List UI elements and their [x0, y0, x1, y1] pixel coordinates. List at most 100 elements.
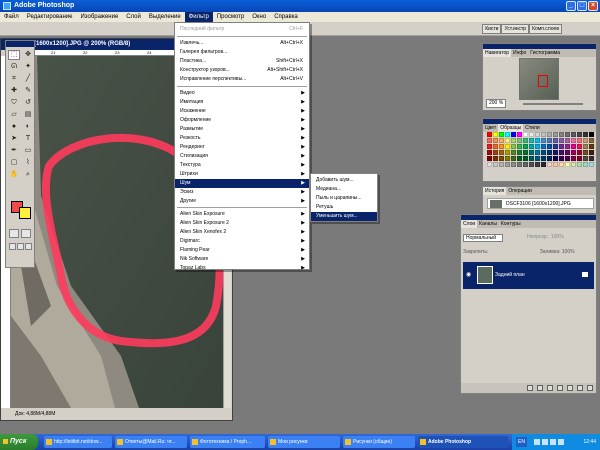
color-swatch[interactable] [487, 132, 492, 137]
color-swatch[interactable] [547, 156, 552, 161]
color-swatch[interactable] [511, 162, 516, 167]
blend-mode-select[interactable]: Нормальный [463, 234, 503, 242]
menu-item-despeckle[interactable]: Ретушь [311, 203, 377, 212]
taskbar-item-my-pictures[interactable]: Мои рисунки [268, 436, 340, 448]
menu-item-alien-skin-exposure-2[interactable]: Alien Skin Exposure 2 ▶ [175, 219, 309, 228]
color-swatch[interactable] [559, 162, 564, 167]
color-swatch[interactable] [541, 162, 546, 167]
color-swatch[interactable] [493, 144, 498, 149]
color-swatch[interactable] [535, 132, 540, 137]
menu-item-topaz-labs[interactable]: Topaz Labs ▶ [175, 264, 309, 273]
color-swatch[interactable] [577, 156, 582, 161]
tab-actions[interactable]: Операции [506, 187, 533, 195]
layer-style-icon[interactable] [537, 385, 543, 391]
color-swatch[interactable] [559, 150, 564, 155]
adjustment-layer-icon[interactable] [557, 385, 563, 391]
menu-item-distort[interactable]: Искажение ▶ [175, 107, 309, 116]
color-swatch[interactable] [493, 162, 498, 167]
tray-volume-icon[interactable] [542, 439, 548, 445]
color-swatch[interactable] [517, 132, 522, 137]
language-indicator[interactable]: EN [516, 437, 527, 447]
color-swatch[interactable] [577, 162, 582, 167]
menu-item-artistic[interactable]: Имитация ▶ [175, 98, 309, 107]
menu-item-blur[interactable]: Размытие ▶ [175, 125, 309, 134]
color-swatch[interactable] [565, 162, 570, 167]
move-tool-icon[interactable]: ✥ [22, 50, 34, 60]
pen-tool-icon[interactable]: ✒ [8, 146, 20, 156]
color-swatch[interactable] [565, 144, 570, 149]
color-swatch[interactable] [541, 150, 546, 155]
color-swatch[interactable] [517, 162, 522, 167]
color-swatch[interactable] [523, 156, 528, 161]
color-swatch[interactable] [577, 138, 582, 143]
color-swatch[interactable] [493, 150, 498, 155]
color-swatch[interactable] [517, 144, 522, 149]
color-swatch[interactable] [577, 144, 582, 149]
standard-mode-icon[interactable] [9, 229, 19, 238]
color-swatch[interactable] [529, 138, 534, 143]
fill-field[interactable]: 100% [562, 249, 575, 255]
color-swatch[interactable] [529, 132, 534, 137]
color-swatch[interactable] [505, 156, 510, 161]
color-swatch[interactable] [487, 138, 492, 143]
color-swatch[interactable] [529, 162, 534, 167]
taskbar-item-shared-pictures[interactable]: Рисунки (общие) [343, 436, 415, 448]
color-swatch[interactable] [541, 132, 546, 137]
menu-edit[interactable]: Редактирование [23, 12, 77, 22]
color-swatch[interactable] [553, 156, 558, 161]
color-swatch[interactable] [571, 150, 576, 155]
color-swatch[interactable] [583, 156, 588, 161]
type-tool-icon[interactable]: T [22, 134, 34, 144]
color-swatch[interactable] [517, 150, 522, 155]
menu-window[interactable]: Окно [248, 12, 270, 22]
tab-color[interactable]: Цвет [483, 124, 498, 132]
menu-item-liquify[interactable]: Пластика... Shift+Ctrl+X [175, 57, 309, 66]
color-swatch[interactable] [547, 132, 552, 137]
color-swatch[interactable] [559, 138, 564, 143]
color-swatch[interactable] [547, 150, 552, 155]
color-swatch[interactable] [559, 144, 564, 149]
gradient-tool-icon[interactable]: ▤ [22, 110, 34, 120]
menu-item-noise[interactable]: Шум ▶ [175, 179, 309, 188]
palette-well-tab-layer-comps[interactable]: Комп.слоев [529, 24, 562, 34]
menu-item-video[interactable]: Видео ▶ [175, 89, 309, 98]
path-select-tool-icon[interactable]: ➤ [8, 134, 20, 144]
layer-mask-icon[interactable] [547, 385, 553, 391]
menu-item-alien-skin-exposure[interactable]: Alien Skin Exposure ▶ [175, 210, 309, 219]
color-swatch[interactable] [553, 138, 558, 143]
color-swatch[interactable] [553, 132, 558, 137]
color-swatch[interactable] [583, 150, 588, 155]
close-icon[interactable]: × [588, 1, 598, 11]
menu-item-extract[interactable]: Извлечь... Alt+Ctrl+X [175, 39, 309, 48]
color-swatch[interactable] [583, 132, 588, 137]
layer-row-background[interactable]: ◉ Задний план [463, 262, 594, 289]
healing-tool-icon[interactable]: ✚ [8, 86, 20, 96]
color-swatch[interactable] [499, 150, 504, 155]
menu-item-digimarc[interactable]: Digimarc ▶ [175, 237, 309, 246]
color-swatch[interactable] [553, 162, 558, 167]
color-swatch[interactable] [577, 132, 582, 137]
color-swatch[interactable] [505, 144, 510, 149]
color-swatch[interactable] [493, 138, 498, 143]
color-swatch[interactable] [565, 150, 570, 155]
quick-mask-icon[interactable] [21, 229, 31, 238]
color-swatch[interactable] [559, 156, 564, 161]
color-swatch[interactable] [535, 150, 540, 155]
color-swatch[interactable] [499, 132, 504, 137]
tray-security-icon[interactable] [558, 439, 564, 445]
taskbar-item-photoshop[interactable]: Adobe Photoshop [418, 436, 508, 448]
color-swatch[interactable] [529, 150, 534, 155]
zoom-slider[interactable] [523, 103, 583, 105]
menu-item-pixelate[interactable]: Оформление ▶ [175, 116, 309, 125]
color-swatch[interactable] [511, 144, 516, 149]
history-snapshot[interactable]: DSCF3106 [1600x1200].JPG [487, 198, 594, 209]
menu-image[interactable]: Изображение [76, 12, 122, 22]
color-swatch[interactable] [583, 138, 588, 143]
menu-item-texture[interactable]: Текстура ▶ [175, 161, 309, 170]
new-layer-icon[interactable] [577, 385, 583, 391]
hand-tool-icon[interactable]: ✋ [8, 170, 20, 180]
color-swatch[interactable] [511, 156, 516, 161]
notes-tool-icon[interactable]: ▢ [8, 158, 20, 168]
taskbar-item-browser[interactable]: http://letitbit.net/dow... [44, 436, 112, 448]
color-swatch[interactable] [541, 138, 546, 143]
